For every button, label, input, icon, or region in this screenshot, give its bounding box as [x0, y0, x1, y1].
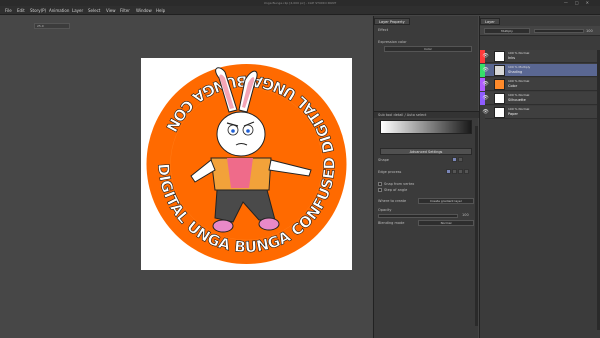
- layer-name: Silhouette: [508, 98, 526, 102]
- layer-toolbar: Multiply 100: [480, 26, 600, 36]
- eye-icon[interactable]: 👁: [482, 109, 489, 116]
- layer-name: Paper: [508, 112, 518, 116]
- where-to-create-label: Where to create: [378, 199, 407, 203]
- app-window: Unga Bunga.clip [4,000 px] - CLIP STUDIO…: [0, 0, 600, 338]
- menu-edit[interactable]: Edit: [17, 6, 25, 15]
- snap-label: Snap from vertex: [384, 182, 415, 186]
- prop-scrollbar[interactable]: [475, 126, 478, 326]
- step-angle-checkbox[interactable]: [378, 188, 382, 192]
- layer-thumbnail: [494, 93, 505, 104]
- menu-animation[interactable]: Animation: [49, 6, 69, 15]
- blending-mode-label: Blending mode: [378, 221, 405, 225]
- layer-mode: 100 % Normal: [508, 79, 530, 83]
- layer-thumbnail: [494, 51, 505, 62]
- menu-bar: File Edit Story(P) Animation Layer Selec…: [0, 6, 600, 15]
- zoom-field[interactable]: 25.0: [34, 23, 70, 29]
- layer-name: Color: [508, 84, 518, 88]
- eye-icon[interactable]: 👁: [482, 53, 489, 60]
- layer-row[interactable]: 👁 100 % Normal Color: [480, 78, 600, 91]
- shape-linear-button[interactable]: [452, 157, 457, 162]
- maximize-icon[interactable]: □: [575, 0, 586, 5]
- edge-fold-button[interactable]: [452, 169, 457, 174]
- menu-help[interactable]: Help: [156, 6, 165, 15]
- layer-mode: 100 % Normal: [508, 107, 530, 111]
- shape-label: Shape: [378, 158, 389, 162]
- opacity-value[interactable]: 100: [462, 213, 469, 217]
- layer-row[interactable]: 👁 100 % Normal Silhouette: [480, 92, 600, 105]
- tab-layer[interactable]: Layer: [480, 18, 500, 25]
- effect-label: Effect: [378, 28, 389, 32]
- opacity-slider[interactable]: [378, 214, 458, 218]
- layer-tabs: Layer: [480, 18, 585, 25]
- menu-view[interactable]: View: [106, 6, 116, 15]
- layer-name: Shading: [508, 70, 523, 74]
- menu-layer[interactable]: Layer: [72, 6, 83, 15]
- tool-property-panel: Layer Property Effect Expression color C…: [373, 16, 479, 338]
- layer-blend-dropdown[interactable]: Multiply: [484, 28, 530, 34]
- layer-opacity-slider[interactable]: [534, 29, 584, 33]
- where-to-create-dropdown[interactable]: Create gradient layer: [418, 198, 474, 204]
- snap-checkbox[interactable]: [378, 182, 382, 186]
- close-icon[interactable]: ✕: [586, 0, 596, 5]
- tab-layer-property[interactable]: Layer Property: [374, 18, 410, 25]
- layer-opacity-value[interactable]: 100: [586, 29, 593, 33]
- subtool-header: Sub tool detail / Auto select: [374, 111, 479, 118]
- layer-row[interactable]: 👁 100 % Multiply Shading: [480, 64, 600, 77]
- layer-panel: Layer Multiply 100 👁 100 % Normal Inks 👁…: [479, 16, 600, 338]
- layer-thumbnail: [494, 79, 505, 90]
- layer-row[interactable]: 👁 100 % Normal Inks: [480, 50, 600, 63]
- menu-file[interactable]: File: [5, 6, 12, 15]
- layer-thumbnail: [494, 107, 505, 118]
- document-canvas[interactable]: DIGITAL UNGA BUNGA CONFUSED DIGITAL UNGA…: [141, 58, 352, 270]
- edge-process-label: Edge process: [378, 170, 402, 174]
- layer-mode: 100 % Normal: [508, 93, 530, 97]
- menu-story[interactable]: Story(P): [30, 6, 46, 15]
- subtool-title: Sub tool detail / Auto select: [378, 113, 427, 117]
- layer-thumbnail: [494, 65, 505, 76]
- menu-filter[interactable]: Filter: [120, 6, 130, 15]
- layer-name: Inks: [508, 56, 516, 60]
- layer-mode: 100 % Multiply: [508, 65, 531, 69]
- menu-window[interactable]: Window: [136, 6, 152, 15]
- expression-color-label: Expression color: [378, 40, 407, 44]
- advanced-settings-button[interactable]: Advanced Settings: [380, 148, 472, 155]
- layer-mode: 100 % Normal: [508, 51, 530, 55]
- menu-select[interactable]: Select: [88, 6, 100, 15]
- blending-mode-dropdown[interactable]: Normal: [418, 220, 474, 226]
- eye-icon[interactable]: 👁: [482, 81, 489, 88]
- artwork: DIGITAL UNGA BUNGA CONFUSED DIGITAL UNGA…: [142, 60, 351, 268]
- gradient-preview[interactable]: [380, 120, 472, 134]
- eye-icon[interactable]: 👁: [482, 95, 489, 102]
- opacity-label: Opacity: [378, 208, 392, 212]
- minimize-icon[interactable]: —: [564, 0, 575, 5]
- shape-circle-button[interactable]: [458, 157, 463, 162]
- edge-fill-button[interactable]: [464, 169, 469, 174]
- expression-color-dropdown[interactable]: Color: [384, 46, 472, 52]
- edge-repeat-button[interactable]: [446, 169, 451, 174]
- edge-none-button[interactable]: [458, 169, 463, 174]
- layer-row[interactable]: 👁 100 % Normal Paper: [480, 106, 600, 119]
- eye-icon[interactable]: 👁: [482, 67, 489, 74]
- canvas-navigator-strip: 25.0: [4, 22, 370, 30]
- step-angle-label: Step of angle: [384, 188, 408, 192]
- prop-tabs: Layer Property: [374, 18, 479, 25]
